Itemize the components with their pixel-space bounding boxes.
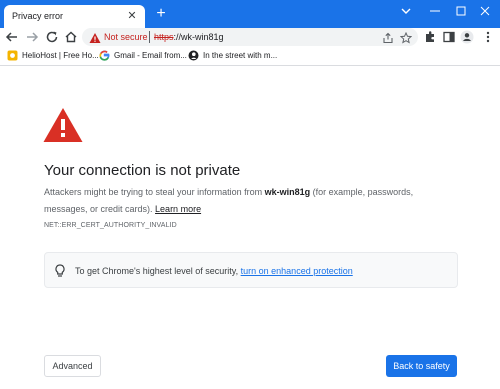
tab-title: Privacy error [12,11,64,21]
home-icon[interactable] [63,29,79,45]
tip-text: To get Chrome's highest level of securit… [75,266,353,276]
maximize-icon[interactable] [451,3,471,19]
share-icon[interactable] [382,31,394,44]
tab-strip: Privacy error ✕ + [0,0,500,28]
minimize-icon[interactable] [425,3,445,19]
toolbar: Not secure https://wk-win81g [0,28,500,46]
page-title: Your connection is not private [44,162,241,179]
tab-search-icon[interactable] [396,3,416,19]
enhanced-protection-tip: To get Chrome's highest level of securit… [44,252,458,288]
side-panel-icon[interactable] [442,30,456,44]
tab-close-icon[interactable]: ✕ [125,9,139,23]
reload-icon[interactable] [44,29,60,45]
profile-silhouette-icon [188,50,199,61]
warning-triangle-icon [43,107,83,143]
forward-arrow-icon[interactable] [24,29,40,45]
new-tab-button[interactable]: + [153,6,169,22]
warning-icon[interactable] [89,31,101,43]
bookmark-label: In the street with m... [203,51,278,60]
interstitial-page: Your connection is not private Attackers… [0,67,500,389]
extensions-puzzle-icon[interactable] [423,30,437,44]
more-menu-icon[interactable] [481,30,495,44]
back-arrow-icon[interactable] [4,29,20,45]
bookmark-label: HelioHost | Free Ho... [22,51,99,60]
tip-prefix: To get Chrome's highest level of securit… [75,266,241,276]
profile-avatar-icon[interactable] [460,30,474,44]
advanced-button[interactable]: Advanced [44,355,101,377]
bookmark-label: Gmail - Email from... [114,51,187,60]
bookmark-gmail[interactable]: Gmail - Email from... [99,50,187,62]
enhanced-protection-link[interactable]: turn on enhanced protection [241,266,353,276]
close-window-icon[interactable] [475,3,495,19]
omnibox-separator [149,31,150,43]
bookmark-heliohost[interactable]: HelioHost | Free Ho... [7,50,99,62]
url-text[interactable]: https://wk-win81g [154,32,224,42]
url-host: ://wk-win81g [173,32,224,42]
lightbulb-icon [54,264,66,278]
bookmarks-bar: HelioHost | Free Ho... Gmail - Email fro… [0,46,500,66]
error-code: NET::ERR_CERT_AUTHORITY_INVALID [44,222,177,229]
star-icon[interactable] [399,31,413,44]
description-prefix: Attackers might be trying to steal your … [44,187,265,197]
address-bar[interactable]: Not secure https://wk-win81g [82,28,418,46]
bookmark-street[interactable]: In the street with m... [188,50,278,62]
page-description: Attackers might be trying to steal your … [44,184,458,218]
back-to-safety-button[interactable]: Back to safety [386,355,457,377]
host-name: wk-win81g [264,187,311,197]
google-icon [99,50,110,61]
heliohost-icon [7,50,18,61]
url-scheme: https [154,32,174,42]
learn-more-link[interactable]: Learn more [155,204,201,214]
not-secure-label[interactable]: Not secure [104,32,148,42]
tab-privacy-error[interactable]: Privacy error ✕ [4,5,145,28]
